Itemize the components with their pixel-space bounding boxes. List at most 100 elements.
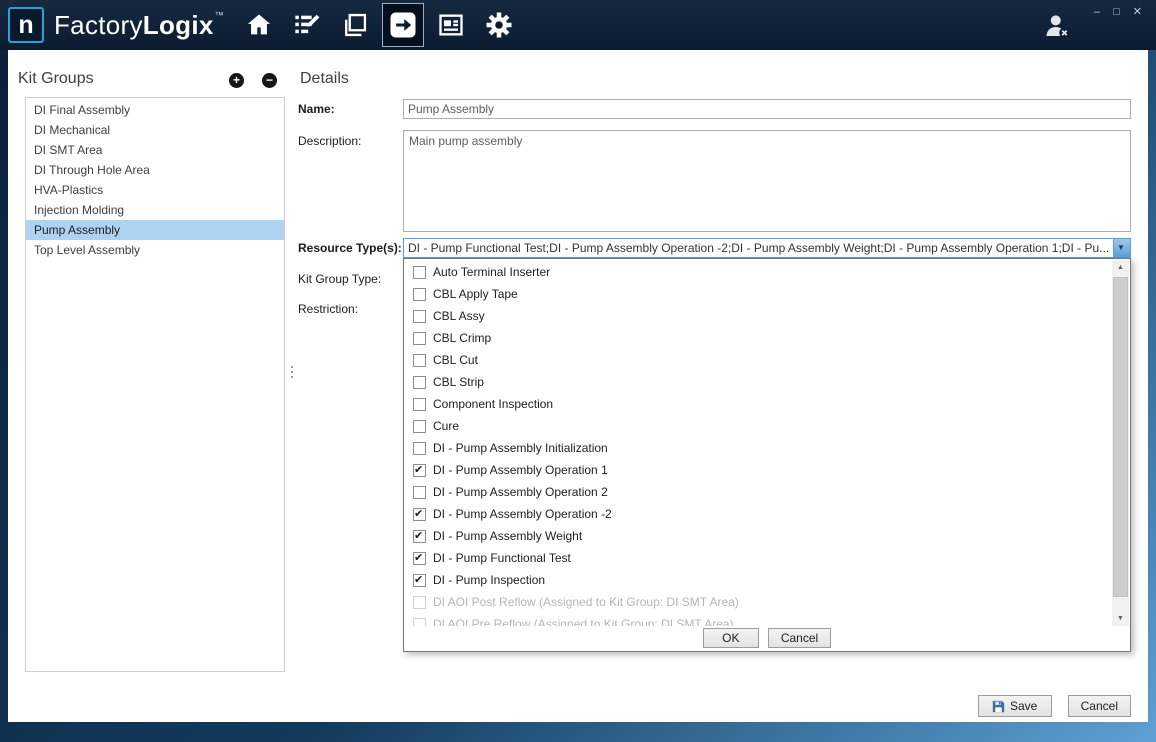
batch-stack-icon[interactable] bbox=[334, 3, 376, 47]
resource-option-label: Component Inspection bbox=[433, 397, 553, 411]
resource-option-label: DI - Pump Functional Test bbox=[433, 551, 571, 565]
checkbox[interactable] bbox=[413, 310, 426, 323]
kit-group-list-item[interactable]: DI Final Assembly bbox=[26, 100, 284, 120]
user-logout-icon[interactable] bbox=[1040, 11, 1074, 43]
kit-group-list-item[interactable]: Pump Assembly bbox=[26, 220, 284, 240]
scrollbar-thumb[interactable] bbox=[1113, 277, 1128, 597]
checkbox[interactable] bbox=[413, 398, 426, 411]
save-label: Save bbox=[1010, 699, 1037, 713]
checkbox[interactable] bbox=[413, 376, 426, 389]
scroll-up-icon[interactable] bbox=[1112, 260, 1129, 276]
kit-group-label: DI Final Assembly bbox=[34, 103, 130, 117]
dropdown-scrollbar[interactable] bbox=[1112, 260, 1129, 627]
resource-option[interactable]: CBL Assy bbox=[404, 305, 1112, 327]
checkbox[interactable] bbox=[413, 464, 426, 477]
process-editor-icon[interactable] bbox=[286, 3, 328, 47]
resource-types-dropdown: Auto Terminal Inserter CBL Apply Tape CB… bbox=[403, 258, 1131, 652]
resource-option-label: CBL Cut bbox=[433, 353, 478, 367]
splitter-handle[interactable] bbox=[291, 366, 294, 380]
minimize-button[interactable]: – bbox=[1094, 5, 1100, 19]
resource-option-label: DI - Pump Assembly Weight bbox=[433, 529, 582, 543]
dropdown-ok-button[interactable]: OK bbox=[703, 628, 759, 648]
name-input[interactable] bbox=[403, 99, 1131, 119]
resource-option-label: DI - Pump Assembly Operation 1 bbox=[433, 463, 608, 477]
cancel-button[interactable]: Cancel bbox=[1068, 695, 1131, 717]
description-input[interactable]: Main pump assembly bbox=[403, 130, 1131, 232]
resource-option-label: CBL Apply Tape bbox=[433, 287, 518, 301]
save-icon bbox=[992, 700, 1005, 713]
logo-letter: n bbox=[18, 11, 33, 40]
resource-option[interactable]: DI - Pump Assembly Operation 2 bbox=[404, 481, 1112, 503]
resource-option[interactable]: DI - Pump Assembly Operation 1 bbox=[404, 459, 1112, 481]
checkbox[interactable] bbox=[413, 288, 426, 301]
checkbox[interactable] bbox=[413, 420, 426, 433]
resource-option-label: CBL Crimp bbox=[433, 331, 491, 345]
kit-group-label: Top Level Assembly bbox=[34, 243, 140, 257]
kit-group-label: DI SMT Area bbox=[34, 143, 102, 157]
checkbox[interactable] bbox=[413, 442, 426, 455]
resource-option-label: Cure bbox=[433, 419, 459, 433]
resource-option[interactable]: Auto Terminal Inserter bbox=[404, 261, 1112, 283]
resource-option[interactable]: DI - Pump Inspection bbox=[404, 569, 1112, 591]
resource-option[interactable]: CBL Strip bbox=[404, 371, 1112, 393]
resource-option[interactable]: Component Inspection bbox=[404, 393, 1112, 415]
resource-option[interactable]: CBL Crimp bbox=[404, 327, 1112, 349]
resource-types-combobox[interactable]: DI - Pump Functional Test;DI - Pump Asse… bbox=[403, 238, 1131, 258]
maximize-button[interactable]: □ bbox=[1113, 5, 1120, 19]
combo-dropdown-button[interactable] bbox=[1113, 239, 1130, 257]
kit-groups-title: Kit Groups bbox=[18, 70, 94, 88]
factorylogix-logo: n bbox=[8, 7, 44, 43]
resource-option[interactable]: CBL Cut bbox=[404, 349, 1112, 371]
close-button[interactable]: ✕ bbox=[1133, 5, 1142, 19]
resource-option-label: DI AOI Post Reflow (Assigned to Kit Grou… bbox=[433, 595, 739, 609]
save-button[interactable]: Save bbox=[978, 695, 1052, 717]
resource-option-label: DI - Pump Assembly Initialization bbox=[433, 441, 608, 455]
resource-option[interactable]: CBL Apply Tape bbox=[404, 283, 1112, 305]
operations-icon[interactable] bbox=[382, 3, 424, 47]
checkbox[interactable] bbox=[413, 552, 426, 565]
checkbox[interactable] bbox=[413, 332, 426, 345]
resource-option[interactable]: DI - Pump Functional Test bbox=[404, 547, 1112, 569]
restriction-label: Restriction: bbox=[298, 302, 358, 316]
resource-option[interactable]: DI - Pump Assembly Operation -2 bbox=[404, 503, 1112, 525]
kit-group-list-item[interactable]: DI SMT Area bbox=[26, 140, 284, 160]
resource-option-label: Auto Terminal Inserter bbox=[433, 265, 550, 279]
brand-suffix: Logix bbox=[143, 10, 214, 40]
resource-option[interactable]: DI - Pump Assembly Initialization bbox=[404, 437, 1112, 459]
resource-option[interactable]: DI AOI Post Reflow (Assigned to Kit Grou… bbox=[404, 591, 1112, 613]
remove-kit-group-button[interactable]: − bbox=[262, 73, 277, 88]
main-nav bbox=[238, 3, 520, 47]
brand-title: FactoryLogix™ bbox=[54, 10, 224, 41]
dropdown-cancel-button[interactable]: Cancel bbox=[768, 628, 831, 648]
kit-group-list-item[interactable]: HVA-Plastics bbox=[26, 180, 284, 200]
kit-group-list-item[interactable]: DI Mechanical bbox=[26, 120, 284, 140]
checkbox[interactable] bbox=[413, 530, 426, 543]
titlebar: n FactoryLogix™ bbox=[0, 0, 1156, 50]
kit-group-list-item[interactable]: Injection Molding bbox=[26, 200, 284, 220]
kit-group-label: Pump Assembly bbox=[34, 223, 120, 237]
resource-option[interactable]: DI AOI Pre Reflow (Assigned to Kit Group… bbox=[404, 613, 1112, 627]
resource-options-list: Auto Terminal Inserter CBL Apply Tape CB… bbox=[404, 259, 1112, 627]
resource-option-label: DI - Pump Assembly Operation -2 bbox=[433, 507, 612, 521]
add-kit-group-button[interactable]: + bbox=[229, 73, 244, 88]
settings-gear-icon[interactable] bbox=[478, 3, 520, 47]
kit-group-list-item[interactable]: Top Level Assembly bbox=[26, 240, 284, 260]
scroll-down-icon[interactable] bbox=[1112, 611, 1129, 627]
checkbox[interactable] bbox=[413, 486, 426, 499]
trademark-symbol: ™ bbox=[215, 10, 224, 20]
home-icon[interactable] bbox=[238, 3, 280, 47]
kit-group-list-item[interactable]: DI Through Hole Area bbox=[26, 160, 284, 180]
checkbox[interactable] bbox=[413, 596, 426, 609]
kit-groups-list: DI Final Assembly DI Mechanical DI SMT A… bbox=[25, 97, 285, 672]
checkbox[interactable] bbox=[413, 574, 426, 587]
resource-option[interactable]: Cure bbox=[404, 415, 1112, 437]
checkbox[interactable] bbox=[413, 354, 426, 367]
news-icon[interactable] bbox=[430, 3, 472, 47]
checkbox[interactable] bbox=[413, 508, 426, 521]
resource-option-label: DI - Pump Assembly Operation 2 bbox=[433, 485, 608, 499]
kit-group-label: HVA-Plastics bbox=[34, 183, 103, 197]
checkbox[interactable] bbox=[413, 266, 426, 279]
description-label: Description: bbox=[298, 134, 361, 148]
kit-group-label: DI Mechanical bbox=[34, 123, 110, 137]
resource-option[interactable]: DI - Pump Assembly Weight bbox=[404, 525, 1112, 547]
